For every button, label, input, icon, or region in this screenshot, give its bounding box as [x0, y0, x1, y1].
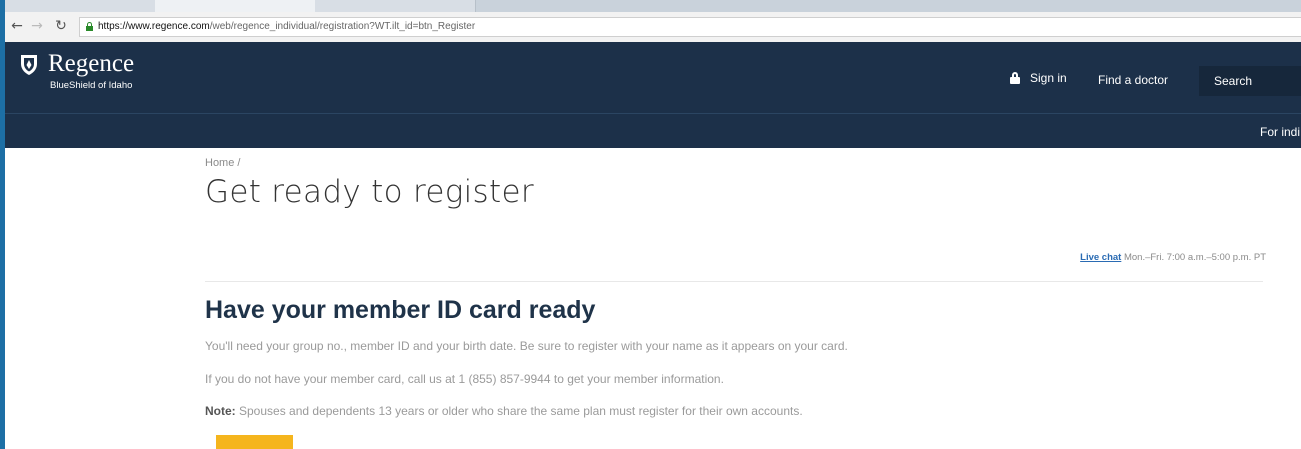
- browser-tab-active[interactable]: [155, 0, 316, 12]
- url-text: https://www.regence.com/web/regence_indi…: [98, 21, 475, 32]
- logo-name[interactable]: Regence: [48, 50, 134, 78]
- search-placeholder: Search: [1214, 74, 1253, 88]
- tab-strip: [5, 0, 1301, 12]
- lock-icon: [1010, 72, 1020, 84]
- logo-subtitle: BlueShield of Idaho: [50, 80, 133, 91]
- live-chat-link[interactable]: Live chat: [1080, 252, 1121, 263]
- sign-in-link[interactable]: Sign in: [1010, 70, 1067, 86]
- back-arrow-icon[interactable]: ←: [9, 17, 25, 35]
- secure-lock-icon: [86, 22, 93, 31]
- address-bar: ← → ↻ https://www.regence.com/web/regenc…: [5, 12, 1301, 43]
- continue-button[interactable]: [216, 435, 293, 449]
- note-text: Spouses and dependents 13 years or older…: [235, 404, 803, 418]
- page-title: Get ready to register: [205, 174, 534, 210]
- search-input[interactable]: Search: [1199, 66, 1301, 96]
- breadcrumb[interactable]: Home /: [205, 157, 240, 169]
- chat-hours: Mon.–Fri. 7:00 a.m.–5:00 p.m. PT: [1121, 252, 1266, 263]
- id-card-instructions: You'll need your group no., member ID an…: [205, 339, 848, 353]
- sign-in-label: Sign in: [1030, 71, 1067, 85]
- browser-window: ← → ↻ https://www.regence.com/web/regenc…: [5, 0, 1301, 449]
- forward-arrow-icon[interactable]: →: [29, 17, 45, 35]
- shield-logo-icon[interactable]: [20, 54, 38, 76]
- sub-navigation: For indi: [5, 113, 1301, 148]
- reload-icon[interactable]: ↻: [53, 17, 69, 35]
- subnav-item-individuals[interactable]: For indi: [1260, 125, 1300, 139]
- browser-tab[interactable]: [315, 0, 476, 12]
- url-host: https://www.regence.com: [98, 21, 210, 32]
- find-a-doctor-link[interactable]: Find a doctor: [1098, 73, 1168, 87]
- live-chat-info: Live chat Mon.–Fri. 7:00 a.m.–5:00 p.m. …: [1080, 252, 1266, 263]
- browser-tab[interactable]: [5, 0, 156, 12]
- section-heading: Have your member ID card ready: [205, 296, 596, 324]
- url-field[interactable]: https://www.regence.com/web/regence_indi…: [79, 17, 1301, 37]
- url-path: /web/regence_individual/registration?WT.…: [209, 21, 476, 32]
- no-card-instructions: If you do not have your member card, cal…: [205, 372, 724, 386]
- site-header: Regence BlueShield of Idaho Sign in Find…: [5, 42, 1301, 113]
- note-label: Note:: [205, 404, 236, 418]
- divider: [205, 281, 1263, 282]
- note-paragraph: Note: Spouses and dependents 13 years or…: [205, 404, 803, 418]
